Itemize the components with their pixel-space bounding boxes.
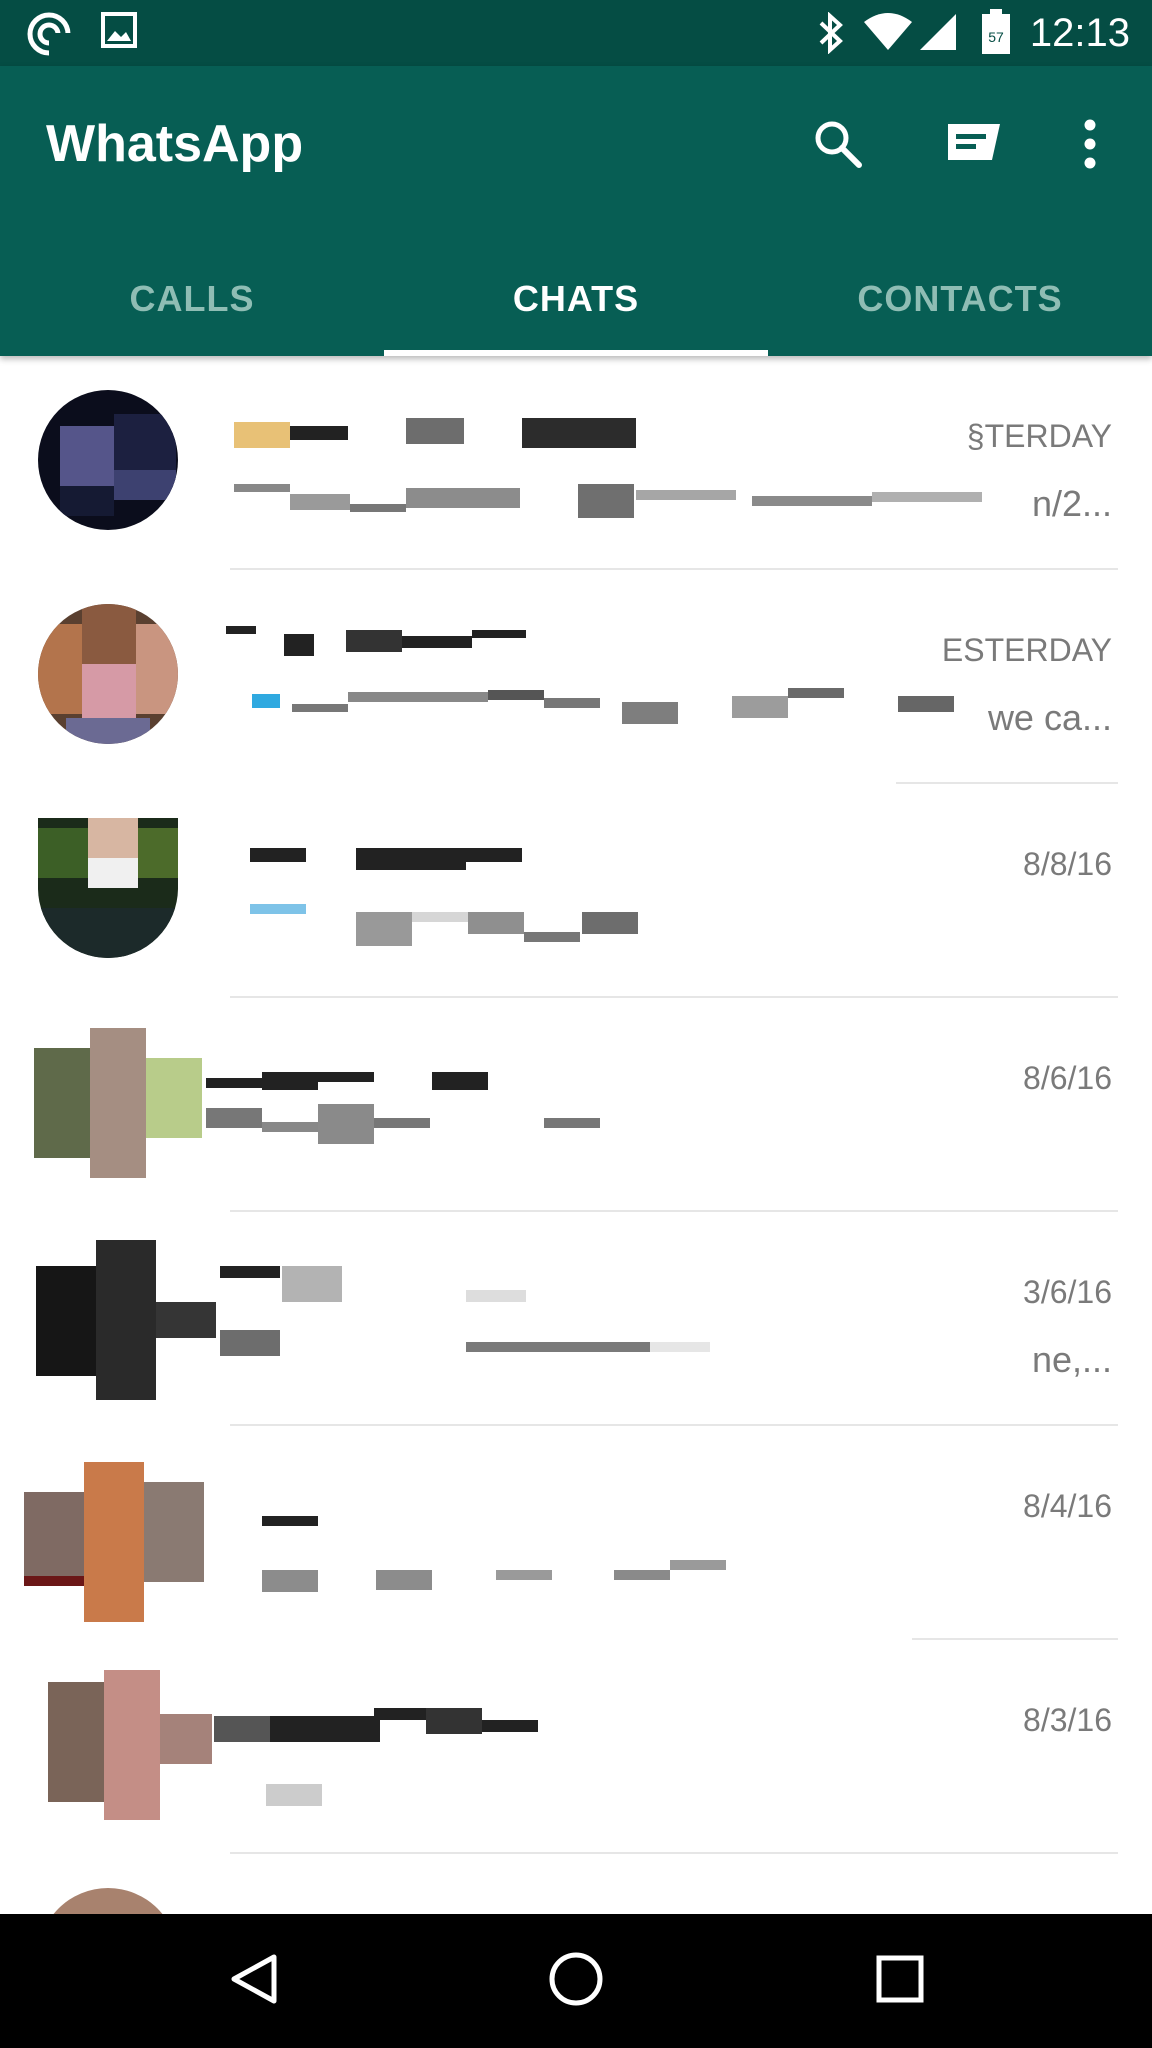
battery-level: 57 — [988, 29, 1004, 45]
avatar[interactable] — [38, 604, 178, 744]
bluetooth-icon — [816, 11, 846, 59]
status-time: 12:13 — [1029, 11, 1130, 55]
avatar[interactable] — [36, 1240, 220, 1402]
chat-row[interactable] — [0, 1854, 1152, 1914]
chat-row[interactable]: 3/6/16 ne,... — [0, 1212, 1152, 1426]
avatar[interactable] — [38, 390, 178, 530]
avatar[interactable] — [34, 1028, 204, 1178]
app-title: WhatsApp — [46, 115, 304, 173]
home-icon — [548, 1951, 604, 2012]
image-icon — [100, 11, 138, 54]
chat-snippet: we ca... — [987, 697, 1112, 738]
new-chat-button[interactable] — [934, 106, 1014, 186]
more-options-button[interactable] — [1050, 106, 1130, 186]
chat-preview-obscured — [226, 474, 996, 524]
tab-indicator — [384, 350, 768, 356]
chat-name-obscured — [226, 1478, 926, 1528]
recents-button[interactable] — [840, 1938, 960, 2024]
chat-timestamp: ESTERDAY — [941, 632, 1112, 668]
chat-row[interactable]: 8/8/16 — [0, 784, 1152, 998]
battery-icon: 57 — [980, 8, 1012, 61]
chat-timestamp: §TERDAY — [966, 418, 1112, 454]
avatar[interactable] — [38, 1888, 178, 1914]
chat-preview-obscured — [226, 1758, 996, 1808]
chat-preview-obscured — [226, 688, 996, 738]
search-button[interactable] — [798, 106, 878, 186]
chat-snippet: n/2... — [1031, 483, 1112, 524]
navigation-bar — [0, 1914, 1152, 2048]
chat-preview-obscured — [226, 902, 996, 952]
status-bar: 57 12:13 — [0, 0, 1152, 66]
chat-timestamp: 8/4/16 — [1023, 1488, 1112, 1524]
search-icon — [812, 118, 864, 175]
chat-preview-obscured — [220, 1330, 996, 1380]
chat-row[interactable]: 8/4/16 — [0, 1426, 1152, 1640]
wifi-icon — [862, 12, 914, 57]
chat-name-obscured — [226, 836, 926, 886]
chat-row[interactable]: ESTERDAY we ca... — [0, 570, 1152, 784]
cell-signal-icon — [918, 12, 958, 57]
app-bar: WhatsApp CALLS CHATS CONTACTS — [0, 66, 1152, 356]
chat-preview-obscured — [206, 1104, 996, 1166]
new-chat-icon — [942, 120, 1006, 173]
back-icon — [228, 1952, 280, 2011]
chat-name-obscured — [226, 622, 926, 672]
chat-preview-obscured — [226, 1544, 996, 1594]
chat-snippet: ne,... — [1031, 1339, 1112, 1380]
tab-calls[interactable]: CALLS — [0, 242, 384, 356]
tab-contacts[interactable]: CONTACTS — [768, 242, 1152, 356]
back-button[interactable] — [194, 1938, 314, 2024]
chat-timestamp: 8/3/16 — [1023, 1702, 1112, 1738]
chat-row[interactable]: 8/3/16 — [0, 1640, 1152, 1854]
avatar[interactable] — [38, 818, 178, 958]
tab-chats[interactable]: CHATS — [384, 242, 768, 356]
more-options-icon — [1082, 119, 1098, 174]
chat-timestamp: 8/6/16 — [1023, 1060, 1112, 1096]
chat-name-obscured — [220, 1264, 926, 1314]
tab-bar: CALLS CHATS CONTACTS — [0, 242, 1152, 356]
chat-name-obscured — [206, 1050, 926, 1100]
chat-row[interactable]: 8/6/16 — [0, 998, 1152, 1212]
cast-icon — [26, 11, 73, 62]
chat-name-obscured — [226, 408, 926, 458]
chat-list[interactable]: §TERDAY n/2... ESTERDAY we ca... 8/8/16 … — [0, 356, 1152, 1914]
avatar[interactable] — [24, 1462, 204, 1622]
avatar[interactable] — [40, 1670, 212, 1820]
chat-name-obscured — [214, 1692, 926, 1742]
chat-timestamp: 8/8/16 — [1023, 846, 1112, 882]
recents-icon — [875, 1954, 925, 2009]
chat-row[interactable]: §TERDAY n/2... — [0, 356, 1152, 570]
chat-timestamp: 3/6/16 — [1023, 1274, 1112, 1310]
home-button[interactable] — [516, 1938, 636, 2024]
